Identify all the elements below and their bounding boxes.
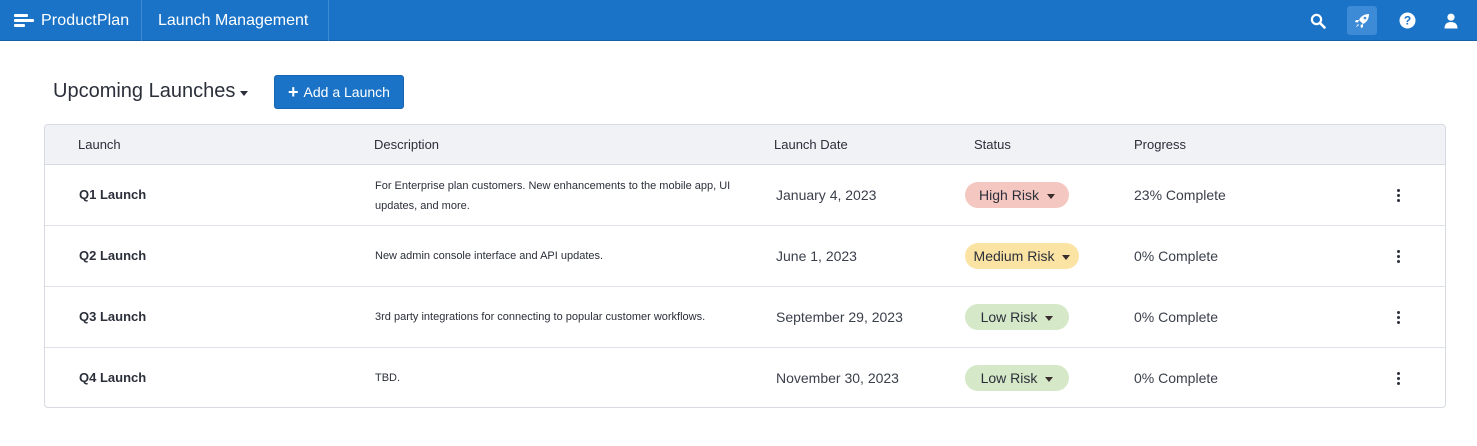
caret-down-icon <box>1062 254 1071 260</box>
search-icon[interactable] <box>1303 6 1333 35</box>
svg-text:?: ? <box>1403 14 1410 28</box>
launch-progress: 0% Complete <box>1134 370 1219 386</box>
launch-date: November 30, 2023 <box>776 370 899 386</box>
caret-down-icon <box>1046 193 1055 199</box>
status-label: Low Risk <box>980 370 1038 386</box>
status-badge-dropdown[interactable]: Medium Risk <box>965 243 1079 269</box>
table-header: Launch Description Launch Date Status Pr… <box>45 125 1445 165</box>
user-icon[interactable] <box>1436 6 1466 35</box>
column-header-launch: Launch <box>78 137 121 152</box>
launch-description: New admin console interface and API upda… <box>375 250 604 262</box>
launch-date: June 1, 2023 <box>776 248 857 264</box>
module-title[interactable]: Launch Management <box>142 0 329 41</box>
brand-name: ProductPlan <box>41 11 130 29</box>
launch-name[interactable]: Q4 Launch <box>79 370 146 385</box>
status-label: Medium Risk <box>973 248 1055 264</box>
more-options-icon[interactable] <box>1390 182 1406 208</box>
table-row[interactable]: Q1 Launch For Enterprise plan customers.… <box>45 165 1445 226</box>
status-badge-dropdown[interactable]: Low Risk <box>965 365 1069 391</box>
chevron-down-icon <box>240 90 249 96</box>
launch-progress: 23% Complete <box>1134 187 1226 203</box>
more-options-icon[interactable] <box>1390 304 1406 330</box>
column-header-progress: Progress <box>1134 137 1187 152</box>
column-header-launch-date: Launch Date <box>774 137 848 152</box>
column-header-description: Description <box>374 137 440 152</box>
launch-name[interactable]: Q1 Launch <box>79 187 146 202</box>
table-row[interactable]: Q2 Launch New admin console interface an… <box>45 226 1445 287</box>
launch-table: Launch Description Launch Date Status Pr… <box>44 124 1446 408</box>
status-badge-dropdown[interactable]: Low Risk <box>965 304 1069 330</box>
plus-icon: + <box>288 81 299 102</box>
launch-view-dropdown[interactable]: Upcoming Launches <box>53 80 249 103</box>
launch-name[interactable]: Q3 Launch <box>79 309 146 324</box>
more-options-icon[interactable] <box>1390 243 1406 269</box>
status-label: High Risk <box>979 187 1039 203</box>
caret-down-icon <box>1045 315 1054 321</box>
launch-date: September 29, 2023 <box>776 309 903 325</box>
table-row[interactable]: Q3 Launch 3rd party integrations for con… <box>45 287 1445 348</box>
launch-date: January 4, 2023 <box>776 187 877 203</box>
status-badge-dropdown[interactable]: High Risk <box>965 182 1069 208</box>
add-launch-label: Add a Launch <box>303 84 390 100</box>
status-label: Low Risk <box>980 309 1038 325</box>
table-row[interactable]: Q4 Launch TBD. November 30, 2023 Low Ris… <box>45 348 1445 407</box>
launch-description: For Enterprise plan customers. New enhan… <box>375 180 731 212</box>
launch-name[interactable]: Q2 Launch <box>79 248 146 263</box>
column-header-status: Status <box>974 137 1011 152</box>
caret-down-icon <box>1045 376 1054 382</box>
add-launch-button[interactable]: + Add a Launch <box>274 75 404 109</box>
rocket-icon[interactable] <box>1347 6 1377 35</box>
page-title: Upcoming Launches <box>53 80 236 102</box>
productplan-logo-icon <box>14 13 34 28</box>
launch-description: 3rd party integrations for connecting to… <box>375 311 706 323</box>
brand-logo-link[interactable]: ProductPlan <box>0 0 142 41</box>
launch-progress: 0% Complete <box>1134 248 1219 264</box>
more-options-icon[interactable] <box>1390 365 1406 391</box>
launch-progress: 0% Complete <box>1134 309 1219 325</box>
launch-description: TBD. <box>375 372 401 384</box>
top-nav-bar: ProductPlan Launch Management ? <box>0 0 1477 41</box>
help-icon[interactable]: ? <box>1392 6 1422 35</box>
